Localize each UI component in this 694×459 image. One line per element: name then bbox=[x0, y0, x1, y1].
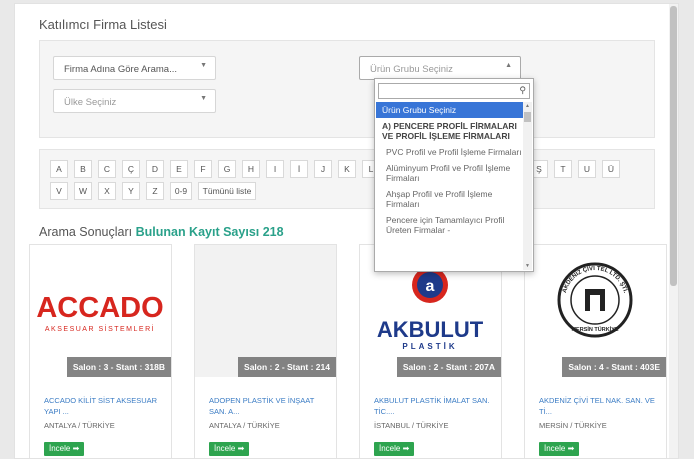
chevron-down-icon: ▼ bbox=[200, 95, 207, 102]
company-name-link[interactable]: AKBULUT PLASTİK İMALAT SAN. TİC.... bbox=[374, 395, 494, 417]
company-name-link[interactable]: ACCADO KİLİT SİST AKSESUAR YAPI ... bbox=[44, 395, 164, 417]
company-logo: ACCADO AKSESUAR SİSTEMLERİ Salon : 3 - S… bbox=[30, 245, 171, 377]
dropdown-options: Ürün Grubu Seçiniz A) PENCERE PROFİL FİRM… bbox=[376, 102, 524, 238]
letter-filter-button[interactable]: E bbox=[170, 160, 188, 178]
company-name-link[interactable]: ADOPEN PLASTİK VE İNŞAAT SAN. A... bbox=[209, 395, 329, 417]
letter-filter-button[interactable]: D bbox=[146, 160, 164, 178]
list-all-button[interactable]: Tümünü liste bbox=[198, 182, 256, 200]
company-location: İSTANBUL / TÜRKİYE bbox=[374, 421, 449, 430]
filter-panel: Firma Adına Göre Arama... ▼ Ülke Seçiniz… bbox=[39, 40, 655, 138]
inspect-button[interactable]: İncele ➡ bbox=[44, 442, 85, 456]
svg-text:MERSİN TÜRKİYE: MERSİN TÜRKİYE bbox=[571, 326, 618, 333]
letter-filter-button[interactable]: B bbox=[74, 160, 92, 178]
country-select-value: Ülke Seçiniz bbox=[64, 97, 117, 108]
scroll-thumb[interactable] bbox=[524, 112, 531, 122]
page: Katılımcı Firma Listesi Firma Adına Göre… bbox=[14, 3, 679, 459]
svg-text:a: a bbox=[426, 278, 435, 295]
dropdown-option[interactable]: Ürün Grubu Seçiniz bbox=[376, 102, 524, 118]
chevron-down-icon: ▼ bbox=[200, 62, 207, 69]
letter-filter-button[interactable]: W bbox=[74, 182, 92, 200]
letter-filter-button[interactable]: F bbox=[194, 160, 212, 178]
scroll-down-icon: ▼ bbox=[525, 263, 530, 269]
booth-badge: Salon : 2 - Stant : 207A bbox=[396, 357, 501, 377]
booth-badge: Salon : 3 - Stant : 318B bbox=[66, 357, 171, 377]
letter-filter-button[interactable]: 0-9 bbox=[170, 182, 192, 200]
scroll-up-icon: ▲ bbox=[525, 103, 530, 109]
inspect-button[interactable]: İncele ➡ bbox=[374, 442, 415, 456]
product-group-select[interactable]: Ürün Grubu Seçiniz ▲ bbox=[359, 56, 521, 80]
letter-filter-button[interactable]: İ bbox=[290, 160, 308, 178]
company-logo: Salon : 2 - Stant : 214 bbox=[195, 245, 336, 377]
search-icon: ⚲ bbox=[519, 85, 526, 95]
booth-badge: Salon : 4 - Stant : 403E bbox=[562, 357, 666, 377]
results-count: Bulunan Kayıt Sayısı 218 bbox=[135, 225, 284, 239]
section-title: Katılımcı Firma Listesi bbox=[39, 17, 167, 32]
letter-filter-button[interactable]: V bbox=[50, 182, 68, 200]
alphabet-filter: ABCÇDEFGHIİJKLSŞTUÜVWXYZ0-9Tümünü liste bbox=[39, 149, 655, 209]
dropdown-option[interactable]: Pencere için Tamamlayıcı Profil Üreten F… bbox=[376, 212, 524, 238]
letter-filter-button[interactable]: I bbox=[266, 160, 284, 178]
dropdown-option[interactable]: PVC Profil ve Profil İşleme Firmaları bbox=[376, 144, 524, 160]
booth-badge: Salon : 2 - Stant : 214 bbox=[238, 357, 336, 377]
company-card: a AKBULUT PLASTİK Salon : 2 - Stant : 20… bbox=[359, 244, 502, 458]
product-group-select-value: Ürün Grubu Seçiniz bbox=[370, 64, 453, 75]
letter-filter-button[interactable]: K bbox=[338, 160, 356, 178]
firm-select-value: Firma Adına Göre Arama... bbox=[64, 64, 177, 75]
product-group-dropdown: ⚲ Ürün Grubu Seçiniz A) PENCERE PROFİL Fİ… bbox=[374, 78, 534, 272]
dropdown-option[interactable]: Ahşap Profil ve Profil İşleme Firmaları bbox=[376, 186, 524, 212]
company-name-link[interactable]: AKDENİZ ÇİVİ TEL NAK. SAN. VE Tİ... bbox=[539, 395, 659, 417]
inspect-button[interactable]: İncele ➡ bbox=[209, 442, 250, 456]
results-label: Arama Sonuçları bbox=[39, 225, 133, 239]
chevron-up-icon: ▲ bbox=[505, 62, 512, 69]
svg-text:AKSESUAR SİSTEMLERİ: AKSESUAR SİSTEMLERİ bbox=[45, 324, 155, 333]
dropdown-scrollbar[interactable]: ▲ ▼ bbox=[523, 102, 532, 270]
page-scrollbar[interactable] bbox=[669, 4, 678, 458]
company-logo: AKDENİZ ÇİVİ TEL LTD. ŞTİ. MERSİN TÜRKİY… bbox=[525, 245, 666, 377]
svg-text:PLASTİK: PLASTİK bbox=[402, 342, 457, 351]
letter-filter-button[interactable]: A bbox=[50, 160, 68, 178]
company-card: ACCADO AKSESUAR SİSTEMLERİ Salon : 3 - S… bbox=[29, 244, 172, 458]
company-location: ANTALYA / TÜRKİYE bbox=[209, 421, 280, 430]
dropdown-option[interactable]: Alüminyum Profil ve Profil İşleme Firmal… bbox=[376, 160, 524, 186]
letter-filter-button[interactable]: Y bbox=[122, 182, 140, 200]
inspect-button[interactable]: İncele ➡ bbox=[539, 442, 580, 456]
letter-filter-button[interactable]: Ç bbox=[122, 160, 140, 178]
company-location: ANTALYA / TÜRKİYE bbox=[44, 421, 115, 430]
letter-filter-button[interactable]: C bbox=[98, 160, 116, 178]
company-card: AKDENİZ ÇİVİ TEL LTD. ŞTİ. MERSİN TÜRKİY… bbox=[524, 244, 667, 458]
svg-text:AKBULUT: AKBULUT bbox=[377, 317, 484, 342]
letter-filter-button[interactable]: Ü bbox=[602, 160, 620, 178]
firm-search-select[interactable]: Firma Adına Göre Arama... ▼ bbox=[53, 56, 216, 80]
letter-filter-button[interactable]: G bbox=[218, 160, 236, 178]
letter-filter-button[interactable]: T bbox=[554, 160, 572, 178]
page-scroll-thumb[interactable] bbox=[670, 6, 677, 286]
svg-text:ACCADO: ACCADO bbox=[36, 292, 163, 324]
dropdown-group-header: A) PENCERE PROFİL FİRMALARI VE PROFİL İŞ… bbox=[382, 121, 517, 141]
letter-filter-button[interactable]: X bbox=[98, 182, 116, 200]
letter-filter-button[interactable]: Z bbox=[146, 182, 164, 200]
letter-filter-button[interactable]: J bbox=[314, 160, 332, 178]
company-location: MERSİN / TÜRKİYE bbox=[539, 421, 607, 430]
results-heading: Arama Sonuçları Bulunan Kayıt Sayısı 218 bbox=[39, 225, 284, 239]
dropdown-search-input[interactable]: ⚲ bbox=[378, 83, 530, 99]
country-select[interactable]: Ülke Seçiniz ▼ bbox=[53, 89, 216, 113]
company-card: Salon : 2 - Stant : 214 ADOPEN PLASTİK V… bbox=[194, 244, 337, 458]
letter-filter-button[interactable]: H bbox=[242, 160, 260, 178]
letter-filter-button[interactable]: U bbox=[578, 160, 596, 178]
